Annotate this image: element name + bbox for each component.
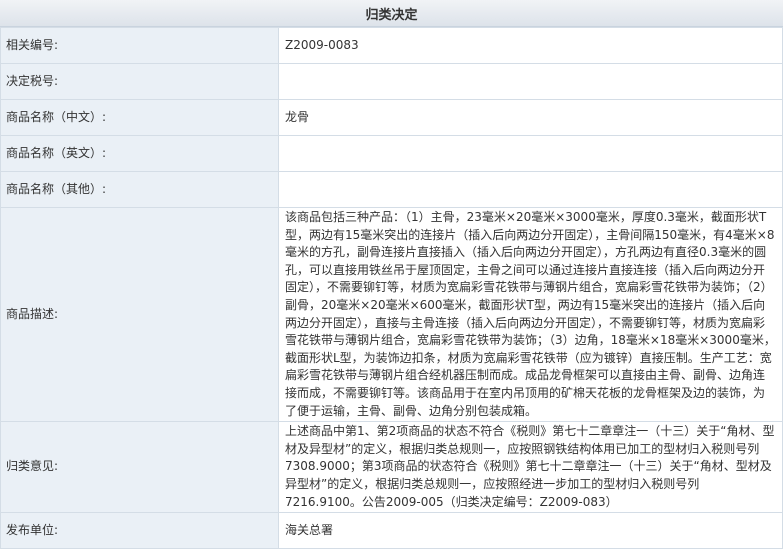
product-name-other-label: 商品名称（其他）: bbox=[0, 171, 279, 208]
table-row: 商品描述: 该商品包括三种产品：（1）主骨，23毫米×20毫米×3000毫米，厚… bbox=[0, 206, 783, 423]
product-name-other-value bbox=[278, 171, 783, 208]
table-row: 发布单位: 海关总署 bbox=[0, 512, 783, 549]
product-name-en-value bbox=[278, 135, 783, 172]
table-row: 归类意见: 上述商品中第1、第2项商品的状态不符合《税则》第七十二章章注一（十三… bbox=[0, 421, 783, 514]
classification-opinion-value: 上述商品中第1、第2项商品的状态不符合《税则》第七十二章章注一（十三）关于“角材… bbox=[278, 421, 783, 514]
table-row: 商品名称（英文）: bbox=[0, 135, 783, 172]
product-name-cn-value: 龙骨 bbox=[278, 99, 783, 136]
publisher-value: 海关总署 bbox=[278, 512, 783, 549]
table-row: 商品名称（其他）: bbox=[0, 171, 783, 208]
table-row: 相关编号: Z2009-0083 bbox=[0, 27, 783, 64]
panel-title: 归类决定 bbox=[0, 0, 783, 27]
product-name-en-label: 商品名称（英文）: bbox=[0, 135, 279, 172]
related-number-label: 相关编号: bbox=[0, 27, 279, 64]
table-row: 决定税号: bbox=[0, 63, 783, 100]
decision-table: 相关编号: Z2009-0083 决定税号: 商品名称（中文）: 龙骨 商品名称… bbox=[0, 27, 783, 549]
product-name-cn-label: 商品名称（中文）: bbox=[0, 99, 279, 136]
tariff-code-label: 决定税号: bbox=[0, 63, 279, 100]
table-row: 商品名称（中文）: 龙骨 bbox=[0, 99, 783, 136]
classification-opinion-label: 归类意见: bbox=[0, 421, 279, 514]
product-description-value: 该商品包括三种产品：（1）主骨，23毫米×20毫米×3000毫米，厚度0.3毫米… bbox=[278, 206, 783, 423]
publisher-label: 发布单位: bbox=[0, 512, 279, 549]
related-number-value: Z2009-0083 bbox=[278, 27, 783, 64]
classification-decision-panel: 归类决定 相关编号: Z2009-0083 决定税号: 商品名称（中文）: 龙骨… bbox=[0, 0, 783, 549]
tariff-code-value bbox=[278, 63, 783, 100]
product-description-label: 商品描述: bbox=[0, 206, 279, 423]
